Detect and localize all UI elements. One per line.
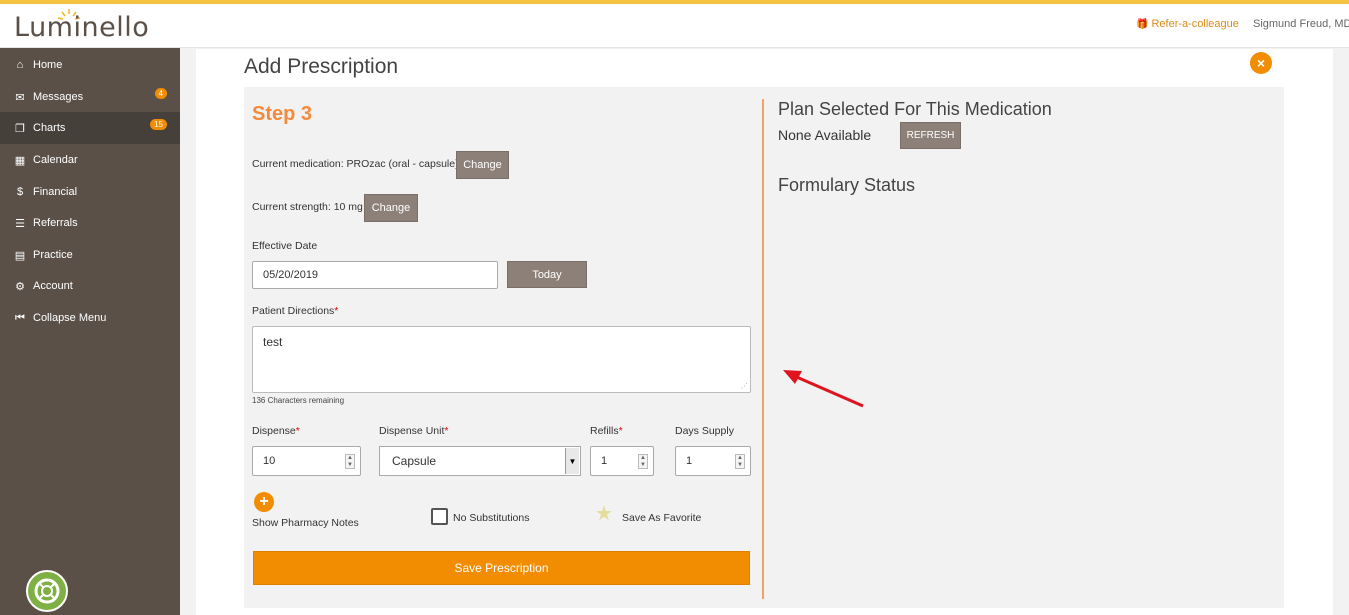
sidebar-item-label: Calendar bbox=[33, 154, 78, 166]
sidebar-item-home[interactable]: ⌂ Home bbox=[0, 49, 180, 81]
user-menu[interactable]: Sigmund Freud, MD bbox=[1253, 18, 1349, 30]
plan-value: None Available bbox=[778, 127, 872, 143]
sidebar-item-financial[interactable]: $ Financial bbox=[0, 176, 180, 208]
annotation-arrow-icon bbox=[783, 370, 864, 408]
refills-value: 1 bbox=[601, 455, 608, 467]
refer-a-colleague-link[interactable]: 🎁 Refer-a-colleague bbox=[1136, 18, 1239, 30]
save-prescription-button[interactable]: Save Prescription bbox=[253, 551, 750, 585]
required-marker: * bbox=[295, 425, 300, 437]
change-strength-button[interactable]: Change bbox=[364, 194, 418, 222]
star-icon[interactable]: ★ bbox=[595, 501, 613, 526]
sidebar-item-label: Home bbox=[33, 59, 63, 71]
days-supply-label: Days Supply bbox=[675, 425, 734, 437]
envelope-icon: ✉ bbox=[15, 91, 25, 104]
today-button[interactable]: Today bbox=[507, 261, 587, 288]
refills-label: Refills* bbox=[590, 425, 623, 437]
patient-directions-label-text: Patient Directions bbox=[252, 305, 335, 317]
sidebar-item-account[interactable]: ⚙ Account bbox=[0, 270, 180, 302]
refills-stepper[interactable]: ▲ ▼ bbox=[638, 454, 648, 469]
list-icon: ☰ bbox=[15, 217, 25, 230]
close-icon: × bbox=[1256, 55, 1266, 71]
chevron-down-icon[interactable]: ▼ bbox=[565, 448, 579, 474]
formulary-status-title: Formulary Status bbox=[778, 175, 916, 195]
patient-directions-value: test bbox=[263, 335, 283, 349]
current-strength-text: Current strength: 10 mg bbox=[252, 201, 363, 213]
dispense-input[interactable]: 10 ▲ ▼ bbox=[252, 446, 361, 476]
header: Luminello 🎁 Refer-a-colleague Sigmund Fr… bbox=[0, 4, 1349, 48]
refills-label-text: Refills bbox=[590, 425, 619, 437]
dispense-stepper[interactable]: ▲ ▼ bbox=[345, 454, 355, 469]
show-pharmacy-notes-label[interactable]: Show Pharmacy Notes bbox=[252, 517, 359, 529]
sidebar-item-label: Charts bbox=[33, 122, 66, 134]
days-supply-value: 1 bbox=[686, 455, 693, 467]
dispense-label-text: Dispense bbox=[252, 425, 296, 437]
sidebar-item-label: Practice bbox=[33, 249, 73, 261]
id-card-icon: ▤ bbox=[14, 249, 26, 262]
home-icon: ⌂ bbox=[16, 59, 24, 71]
refer-label: Refer-a-colleague bbox=[1151, 18, 1239, 30]
calendar-icon: ▦ bbox=[14, 154, 26, 167]
modal-content: Add Prescription × Step 3 Current medica… bbox=[196, 49, 1333, 615]
patient-directions-label: Patient Directions* bbox=[252, 305, 338, 317]
charts-badge: 15 bbox=[150, 119, 167, 130]
effective-date-input[interactable]: 05/20/2019 bbox=[252, 261, 498, 289]
refresh-button[interactable]: REFRESH bbox=[900, 122, 961, 149]
sidebar-item-label: Financial bbox=[33, 186, 78, 198]
dispense-unit-select[interactable]: Capsule ▼ bbox=[379, 446, 581, 476]
sidebar-item-label: Messages bbox=[33, 91, 84, 103]
days-supply-input[interactable]: 1 ▲ ▼ bbox=[675, 446, 751, 476]
messages-badge: 4 bbox=[154, 88, 167, 99]
required-marker: * bbox=[618, 425, 623, 437]
dollar-icon: $ bbox=[16, 186, 24, 198]
change-medication-button[interactable]: Change bbox=[456, 151, 509, 179]
sidebar: ⌂ Home ✉ Messages 4 ❐ Charts 15 ▦ Calend… bbox=[0, 48, 180, 615]
sidebar-item-referrals[interactable]: ☰ Referrals bbox=[0, 207, 180, 239]
days-supply-stepper[interactable]: ▲ ▼ bbox=[735, 454, 745, 469]
resize-handle-icon[interactable]: ⋰ bbox=[741, 382, 748, 390]
collapse-icon: ⏮ bbox=[15, 311, 25, 324]
refills-input[interactable]: 1 ▲ ▼ bbox=[590, 446, 654, 476]
plan-title: Plan Selected For This Medication bbox=[778, 99, 1052, 119]
sidebar-item-charts[interactable]: ❐ Charts 15 bbox=[0, 112, 180, 144]
copy-icon: ❐ bbox=[15, 122, 25, 135]
save-as-favorite-label[interactable]: Save As Favorite bbox=[622, 512, 701, 524]
dispense-label: Dispense* bbox=[252, 425, 300, 437]
sidebar-item-practice[interactable]: ▤ Practice bbox=[0, 239, 180, 271]
required-marker: * bbox=[444, 425, 449, 437]
sidebar-item-collapse-menu[interactable]: ⏮ Collapse Menu bbox=[0, 302, 180, 334]
sidebar-item-label: Collapse Menu bbox=[33, 312, 107, 324]
help-lifebuoy-button[interactable] bbox=[26, 570, 68, 612]
dispense-value: 10 bbox=[263, 455, 276, 467]
panel-divider bbox=[762, 99, 764, 599]
sidebar-item-calendar[interactable]: ▦ Calendar bbox=[0, 144, 180, 176]
dispense-unit-label-text: Dispense Unit bbox=[379, 425, 445, 437]
dispense-unit-label: Dispense Unit* bbox=[379, 425, 448, 437]
close-button[interactable]: × bbox=[1250, 52, 1272, 74]
no-substitutions-checkbox[interactable] bbox=[431, 508, 448, 525]
effective-date-label: Effective Date bbox=[252, 240, 318, 252]
step-title: Step 3 bbox=[252, 103, 313, 125]
patient-directions-textarea[interactable]: test ⋰ bbox=[252, 326, 751, 393]
lifebuoy-icon bbox=[34, 578, 60, 604]
current-medication-text: Current medication: PROzac (oral - capsu… bbox=[252, 158, 459, 170]
page-title: Add Prescription bbox=[244, 55, 399, 78]
sidebar-item-label: Referrals bbox=[33, 217, 78, 229]
required-marker: * bbox=[334, 305, 339, 317]
gift-icon: 🎁 bbox=[1136, 18, 1149, 30]
characters-remaining: 136 Characters remaining bbox=[252, 396, 345, 405]
prescription-panel: Step 3 Current medication: PROzac (oral … bbox=[244, 87, 1284, 608]
dispense-unit-value: Capsule bbox=[392, 454, 437, 468]
logo[interactable]: Luminello bbox=[14, 12, 149, 43]
gear-icon: ⚙ bbox=[15, 280, 25, 293]
plus-icon: + bbox=[259, 493, 269, 510]
show-pharmacy-notes-button[interactable]: + bbox=[254, 492, 274, 512]
no-substitutions-label[interactable]: No Substitutions bbox=[453, 512, 529, 524]
sidebar-item-messages[interactable]: ✉ Messages 4 bbox=[0, 81, 180, 113]
sidebar-item-label: Account bbox=[33, 280, 73, 292]
